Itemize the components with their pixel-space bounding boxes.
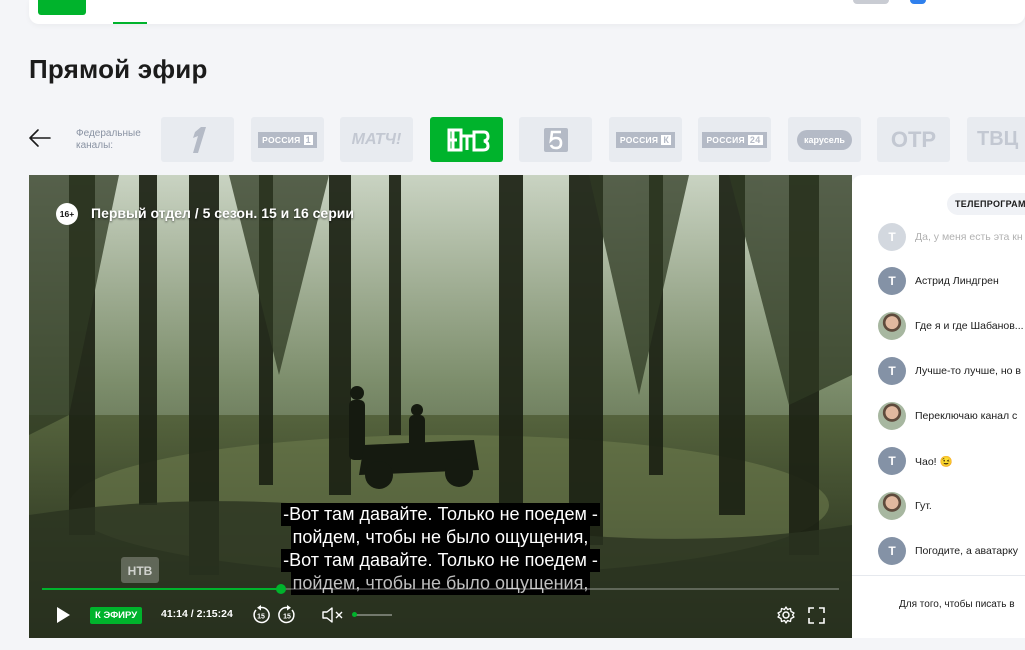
mute-icon[interactable] xyxy=(321,607,345,623)
go-live-button[interactable]: К ЭФИРУ xyxy=(90,607,143,624)
message-text: Погодите, а аватарку xyxy=(915,545,1018,557)
channel-russia-k[interactable]: РОССИЯ К xyxy=(609,117,682,162)
channel-5-logo-icon xyxy=(543,127,568,152)
settings-gear-icon[interactable] xyxy=(777,606,795,624)
message-text: Гут. xyxy=(915,500,932,512)
channel-tvc[interactable]: ТВЦ xyxy=(967,117,1025,162)
user-icon[interactable] xyxy=(910,0,926,4)
tv-program-tab[interactable]: ТЕЛЕПРОГРАММА xyxy=(947,193,1025,215)
channel-russia-24[interactable]: РОССИЯ 24 xyxy=(698,117,771,162)
volume-slider[interactable] xyxy=(354,614,392,616)
live-page: Прямой эфир Федеральные каналы: РОССИЯ 1… xyxy=(0,0,1025,650)
message-text: Да, у меня есть эта кн xyxy=(915,231,1023,243)
channel-badge-num: 1 xyxy=(303,134,313,145)
ntv-watermark-icon: НТВ xyxy=(121,557,159,583)
back-arrow-icon[interactable] xyxy=(26,124,54,152)
chat-panel: ТЕЛЕПРОГРАММА Т Да, у меня есть эта кн Т… xyxy=(852,175,1025,638)
avatar[interactable]: Т xyxy=(878,357,906,385)
chat-message: Т Чао! 😉 xyxy=(878,447,953,475)
russia-24-logo: РОССИЯ 24 xyxy=(702,131,767,148)
ntv-logo-icon xyxy=(447,128,490,151)
subtitle-line: пойдем, чтобы не было ощущения, xyxy=(290,526,591,549)
forward-15-icon[interactable]: 15 xyxy=(277,605,297,625)
channel-russia-1[interactable]: РОССИЯ 1 xyxy=(251,117,324,162)
chat-messages: Т Да, у меня есть эта кн Т Астрид Линдгр… xyxy=(852,223,1025,573)
svg-text:15: 15 xyxy=(257,614,265,621)
channel-ntv[interactable] xyxy=(430,117,503,162)
first-channel-logo-icon xyxy=(192,126,206,153)
video-player[interactable]: 16+ Первый отдел / 5 сезон. 15 и 16 сери… xyxy=(29,175,852,638)
match-logo: МАТЧ! xyxy=(351,130,402,148)
avatar[interactable] xyxy=(878,312,906,340)
russia-1-logo: РОССИЯ 1 xyxy=(258,131,317,148)
playback-time: 41:14 / 2:15:24 xyxy=(161,608,233,620)
channel-karusel[interactable]: карусель xyxy=(788,117,861,162)
ntv-logo[interactable] xyxy=(38,0,86,15)
avatar[interactable]: Т xyxy=(878,537,906,565)
chat-login-hint: Для того, чтобы писать в xyxy=(899,599,1015,610)
svg-text:15: 15 xyxy=(283,614,291,621)
russia-k-logo: РОССИЯ К xyxy=(615,131,676,148)
message-text: Где я и где Шабанов... xyxy=(915,320,1024,332)
top-navigation xyxy=(29,0,1025,24)
chat-message: Т Да, у меня есть эта кн xyxy=(878,223,1023,251)
channel-first[interactable] xyxy=(161,117,234,162)
avatar[interactable] xyxy=(878,402,906,430)
avatar[interactable] xyxy=(878,492,906,520)
theme-toggle[interactable] xyxy=(853,0,889,4)
chat-message: Переключаю канал с xyxy=(878,402,1017,430)
page-title: Прямой эфир xyxy=(29,54,208,84)
subtitle-line: -Вот там давайте. Только не поедем - xyxy=(281,503,600,526)
channel-match[interactable]: МАТЧ! xyxy=(340,117,413,162)
video-title: Первый отдел / 5 сезон. 15 и 16 серии xyxy=(91,205,354,221)
message-text: Переключаю канал с xyxy=(915,410,1018,422)
chat-message: Где я и где Шабанов... xyxy=(878,312,1024,340)
tvc-logo: ТВЦ xyxy=(977,128,1019,150)
svg-text:НТВ: НТВ xyxy=(128,564,153,578)
channels-group-label: Федеральные каналы: xyxy=(76,128,141,151)
volume-handle[interactable] xyxy=(352,612,357,617)
channel-badge-text: РОССИЯ xyxy=(706,134,745,145)
rewind-15-icon[interactable]: 15 xyxy=(251,605,271,625)
avatar[interactable]: Т xyxy=(878,223,906,251)
nav-active-indicator xyxy=(113,22,147,24)
chat-message: Т Погодите, а аватарку xyxy=(878,537,1018,565)
age-rating-badge: 16+ xyxy=(56,203,78,225)
subtitle-line: -Вот там давайте. Только не поедем - xyxy=(281,549,600,572)
channel-badge-text: РОССИЯ xyxy=(262,134,301,145)
progress-fill xyxy=(42,588,282,590)
chat-message: Т Астрид Линдгрен xyxy=(878,267,999,295)
channel-badge-num: К xyxy=(661,134,672,145)
play-icon[interactable] xyxy=(55,606,71,624)
fullscreen-icon[interactable] xyxy=(808,607,825,624)
channel-badge-text: РОССИЯ xyxy=(619,134,659,145)
avatar[interactable]: Т xyxy=(878,267,906,295)
chat-divider xyxy=(852,575,1025,576)
chat-message: Гут. xyxy=(878,492,932,520)
channel-5[interactable] xyxy=(519,117,592,162)
progress-bar[interactable] xyxy=(42,584,839,594)
subtitle-line: пойдем, чтобы не было ощущения, xyxy=(290,572,591,595)
message-text: Астрид Линдгрен xyxy=(915,275,999,287)
otr-logo: ОТР xyxy=(890,126,937,152)
avatar[interactable]: Т xyxy=(878,447,906,475)
message-text: Лучше-то лучше, но в xyxy=(915,365,1022,377)
chat-message: Т Лучше-то лучше, но в xyxy=(878,357,1021,385)
channel-badge-num: 24 xyxy=(747,134,763,145)
karusel-logo: карусель xyxy=(797,129,852,150)
message-text: Чао! 😉 xyxy=(915,455,953,468)
channel-otr[interactable]: ОТР xyxy=(877,117,950,162)
